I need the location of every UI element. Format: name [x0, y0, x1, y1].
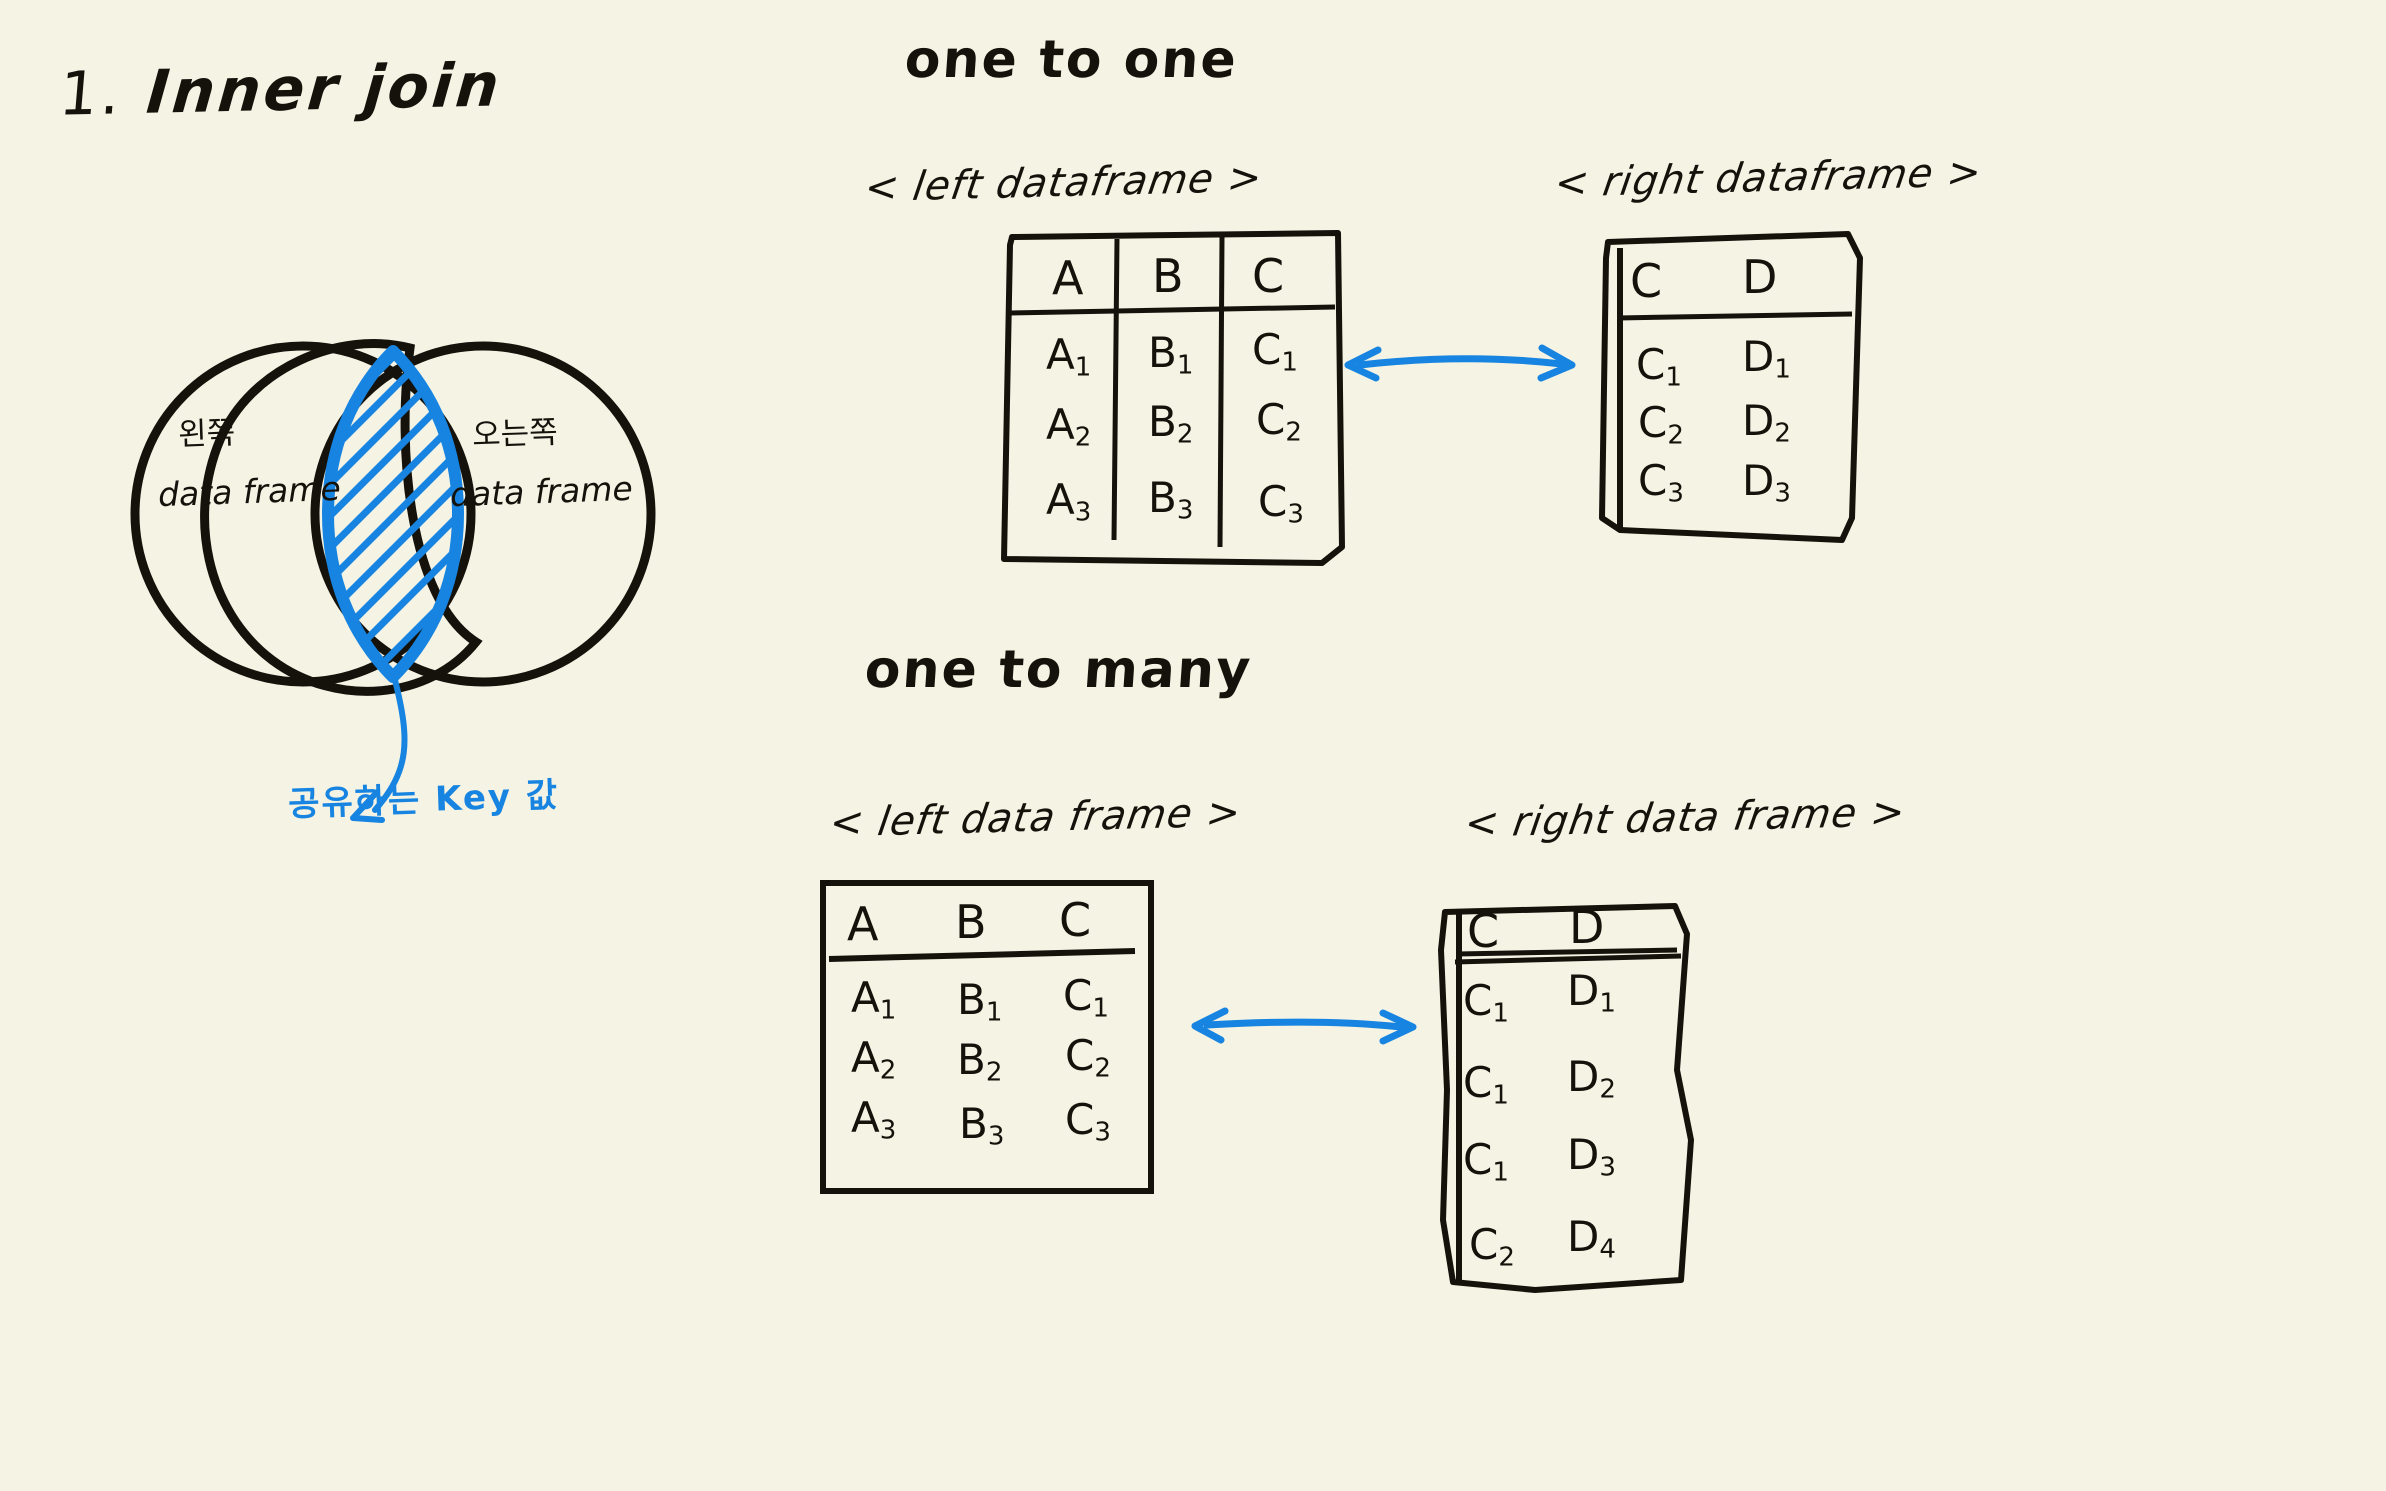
table-right-one-to-many: C D C1 D1 C1 D2 C1 D3 C2 D4 [1425, 890, 1725, 1305]
table-cell: B1 [957, 975, 1003, 1028]
table-cell: C3 [1065, 1095, 1111, 1148]
col-divider-2 [1217, 236, 1225, 548]
section-heading-one-to-one: one to one [902, 30, 1240, 90]
whiteboard-canvas: 1. Inner join 왼쪽 data frame 오는쪽 data fra… [0, 0, 2386, 1491]
col-header: B [1152, 249, 1184, 303]
table-cell: C2 [1469, 1220, 1515, 1273]
table-left-one-to-many: A B C A1 B1 C1 A2 B2 C2 A3 B3 C3 [815, 875, 1160, 1200]
shared-key-annotation: 공유하는 Key 값 [287, 775, 560, 825]
table-cell: B2 [1148, 397, 1194, 450]
col-header: C [1630, 254, 1663, 308]
venn-diagram: 왼쪽 data frame 오는쪽 data frame [110, 320, 670, 823]
table-cell: D1 [1567, 966, 1616, 1019]
col-header: D [1569, 900, 1605, 954]
venn-right-label-en: data frame [449, 468, 634, 515]
caption-right-dataframe-one-to-many: < right data frame > [1461, 789, 1909, 847]
table-cell: A1 [1046, 330, 1092, 383]
table-cell: D3 [1567, 1130, 1616, 1183]
col-header: A [1052, 251, 1084, 305]
table-cell: B2 [957, 1035, 1003, 1088]
table-cell: C2 [1065, 1031, 1111, 1084]
table-cell: C3 [1258, 477, 1304, 530]
header-rule [1617, 311, 1853, 321]
table-cell: D4 [1567, 1212, 1616, 1265]
venn-right-label-ko: 오는쪽 [471, 414, 559, 454]
table-cell: D3 [1742, 456, 1791, 509]
col-divider-1 [1111, 238, 1120, 541]
caption-left-dataframe-one-to-one: < left dataframe > [861, 154, 1266, 212]
table-cell: A2 [851, 1033, 897, 1086]
table-left-one-to-one: A B C A1 B1 C1 A2 B2 C2 A3 B3 C3 [990, 225, 1350, 570]
table-cell: D2 [1567, 1052, 1616, 1105]
col-header: D [1742, 250, 1778, 304]
table-cell: A3 [851, 1093, 897, 1146]
table-cell: C2 [1638, 398, 1684, 451]
table-cell: C1 [1636, 340, 1682, 393]
table-cell: C2 [1256, 395, 1302, 448]
page-title: 1. Inner join [57, 50, 505, 129]
table-cell: B3 [959, 1099, 1005, 1152]
page-title-number: 1. [56, 58, 126, 130]
table-cell: B1 [1148, 328, 1194, 381]
venn-shapes [130, 339, 656, 823]
col-header: C [1059, 893, 1092, 947]
table-cell: C1 [1463, 1135, 1509, 1188]
header-rule [1009, 304, 1336, 316]
header-rule [828, 948, 1136, 962]
arrow-one-to-many [1191, 1007, 1417, 1045]
arrow-shaft [1203, 1018, 1405, 1031]
table-cell: C1 [1063, 971, 1109, 1024]
table-cell: B3 [1148, 473, 1194, 526]
table-cell: A1 [851, 973, 897, 1026]
col-header: A [847, 897, 879, 951]
venn-left-circle [200, 339, 483, 696]
section-heading-one-to-many: one to many [862, 640, 1255, 700]
col-header: C [1467, 904, 1500, 958]
arrow-one-to-one [1344, 344, 1576, 382]
table-cell: A2 [1046, 400, 1092, 453]
table-cell: C1 [1463, 976, 1509, 1029]
venn-left-label-ko: 왼쪽 [177, 415, 236, 453]
arrow-shaft [1356, 355, 1566, 369]
caption-left-dataframe-one-to-many: < left data frame > [826, 789, 1245, 847]
table-right-one-to-one: C D C1 D1 C2 D2 C3 D3 [1590, 218, 1890, 548]
table-cell: A3 [1046, 475, 1092, 528]
venn-left-label-en: data frame [157, 468, 342, 515]
page-title-text: Inner join [143, 50, 505, 128]
caption-right-dataframe-one-to-one: < right dataframe > [1551, 149, 1986, 207]
table-cell: D2 [1742, 396, 1791, 449]
table-cell: C1 [1252, 325, 1298, 378]
col-header: C [1252, 249, 1285, 303]
table-cell: C3 [1638, 456, 1684, 509]
table-cell: C1 [1463, 1058, 1509, 1111]
col-header: B [955, 895, 987, 949]
table-cell: D1 [1742, 332, 1791, 385]
